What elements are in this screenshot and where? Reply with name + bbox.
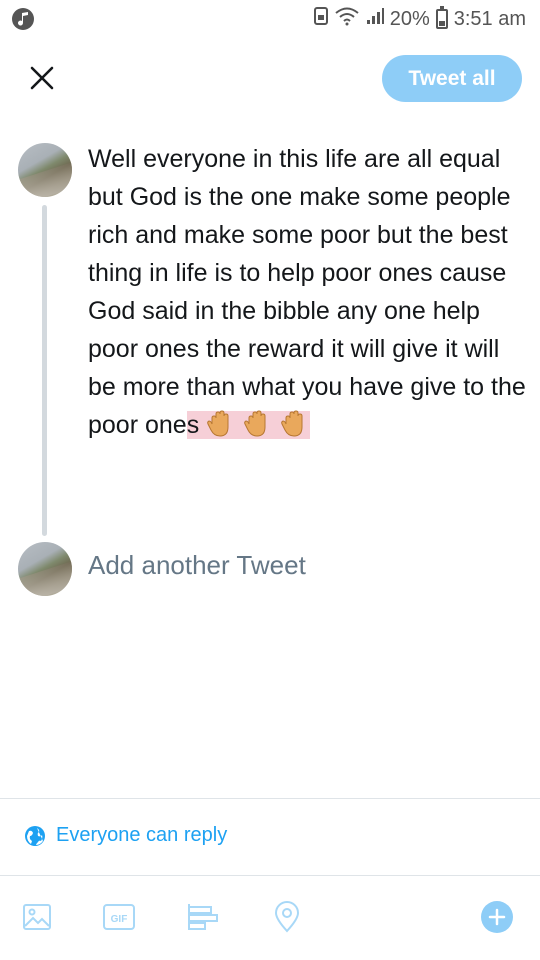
avatar [18,143,72,197]
sim-icon [313,7,328,31]
image-icon [23,904,51,930]
gif-label: GIF [111,914,128,925]
music-notification-icon [12,8,34,30]
raised-hand-emoji-icon [207,410,229,437]
thread-line [42,205,47,536]
status-bar: 20% 3:51 am [0,0,540,38]
clock: 3:51 am [453,7,526,30]
add-another-tweet-input[interactable]: Add another Tweet [88,550,306,581]
gif-icon: GIF [103,904,135,930]
raised-hand-emoji-icon [244,410,266,437]
tweet-all-button[interactable]: Tweet all [382,55,522,102]
location-icon [274,901,300,933]
divider [0,875,540,876]
avatar [18,542,72,596]
add-image-button[interactable] [20,900,54,934]
tweet-text-highlight: s [186,410,311,439]
reply-setting-button[interactable]: Everyone can reply [24,824,227,847]
add-tweet-icon [481,901,513,933]
add-gif-button[interactable]: GIF [102,900,136,934]
close-button[interactable] [24,60,60,96]
tweet-text: Well everyone in this life are all equal… [88,145,526,439]
status-icons: 20% 3:51 am [313,6,526,32]
tweet-text-highlight-letter: s [186,411,200,439]
battery-icon [435,6,448,29]
globe-icon [25,825,45,846]
signal-icon [366,7,384,31]
tweet-text-area[interactable]: Well everyone in this life are all equal… [88,140,528,444]
add-location-button[interactable] [270,900,304,934]
wifi-icon [334,6,360,32]
close-icon [30,66,54,90]
raised-hand-emoji-icon [281,410,303,437]
reply-setting-label: Everyone can reply [56,824,228,846]
add-poll-button[interactable] [186,900,220,934]
poll-icon [188,904,218,930]
divider [0,798,540,799]
battery-percent: 20% [389,7,430,30]
add-tweet-button[interactable] [480,900,514,934]
